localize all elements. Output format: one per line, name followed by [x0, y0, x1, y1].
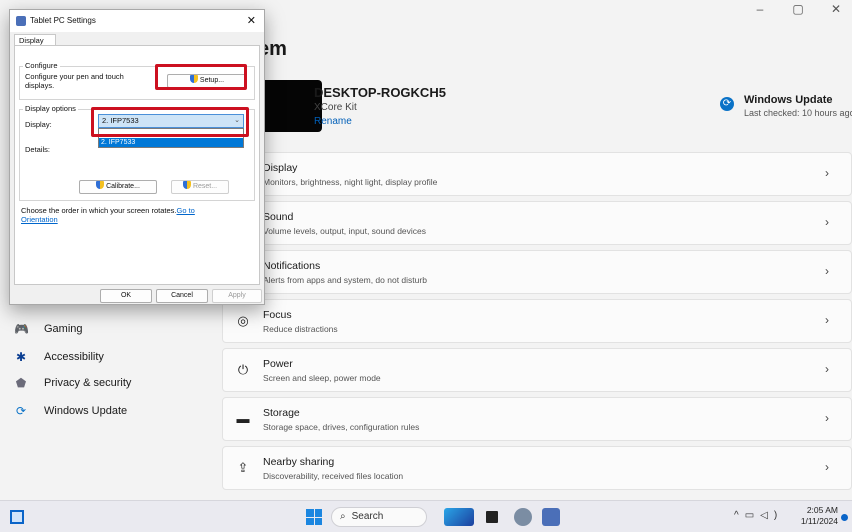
close-button[interactable]: ✕	[828, 2, 844, 16]
focus-icon: ◎	[237, 313, 249, 328]
system-tray[interactable]: ^▭◁)	[734, 510, 783, 521]
update-icon: ⟳	[15, 404, 27, 418]
card-subtitle: Storage space, drives, configuration rul…	[263, 422, 420, 432]
dialog-title: Tablet PC Settings	[30, 16, 96, 25]
reset-button[interactable]: Reset...	[171, 180, 229, 194]
orientation-text: Choose the order in which your screen ro…	[21, 206, 221, 224]
card-title: Display	[263, 162, 298, 174]
chevron-up-icon[interactable]: ^	[734, 510, 745, 521]
uac-shield-icon	[96, 181, 105, 189]
card-title: Power	[263, 358, 293, 370]
settings-card-display[interactable]: ▭ Display Monitors, brightness, night li…	[222, 152, 852, 196]
windows-update-subtitle: Last checked: 10 hours ago	[744, 108, 852, 118]
card-title: Notifications	[263, 260, 321, 272]
card-title: Nearby sharing	[263, 456, 335, 468]
search-icon: ⌕	[340, 511, 346, 522]
taskbar-search[interactable]: ⌕ Search	[331, 507, 427, 527]
tablet-pc-icon	[16, 16, 26, 26]
settings-gear-icon[interactable]	[514, 508, 532, 526]
power-icon: ⏻	[237, 362, 249, 377]
display-label: Display:	[25, 120, 52, 129]
start-button[interactable]	[306, 509, 322, 525]
network-icon: ▭	[744, 510, 761, 521]
cancel-button[interactable]: Cancel	[156, 289, 208, 303]
chevron-right-icon: ›	[825, 362, 829, 376]
settings-card-nearby-sharing[interactable]: ⇪ Nearby sharing Discoverability, receiv…	[222, 446, 852, 490]
settings-card-power[interactable]: ⏻ Power Screen and sleep, power mode ›	[222, 348, 852, 392]
clock-time: 2:05 AM	[806, 505, 838, 515]
sidebar-item-accessibility[interactable]: ✱ Accessibility	[14, 346, 104, 368]
device-model: XCore Kit	[314, 102, 357, 113]
maximize-button[interactable]: ▢	[790, 2, 806, 16]
widgets-app-icon[interactable]	[444, 508, 474, 526]
configure-group-label: Configure	[23, 61, 60, 70]
sidebar-item-label: Accessibility	[44, 351, 104, 363]
share-icon: ⇪	[237, 460, 249, 475]
uac-shield-icon	[182, 181, 191, 189]
chevron-right-icon: ›	[825, 411, 829, 425]
close-icon[interactable]: ✕	[247, 14, 256, 27]
sidebar-item-label: Privacy & security	[44, 377, 132, 389]
configure-text: Configure your pen and touch displays.	[25, 72, 124, 90]
storage-icon: ▬	[236, 411, 250, 426]
sidebar-item-gaming[interactable]: 🎮 Gaming	[14, 318, 83, 340]
calibrate-button-label: Calibrate...	[106, 183, 140, 190]
card-subtitle: Volume levels, output, input, sound devi…	[263, 226, 427, 236]
chevron-right-icon: ›	[825, 264, 829, 278]
tablet-pc-settings-dialog: Tablet PC Settings ✕ Display Configure C…	[9, 9, 265, 305]
reset-button-label: Reset...	[192, 183, 218, 190]
volume-icon: ◁)	[760, 510, 784, 521]
gaming-icon: 🎮	[14, 322, 29, 336]
taskbar: ⌕ Search ^▭◁) 2:05 AM 1/11/2024	[0, 500, 852, 532]
card-title: Sound	[263, 211, 294, 223]
display-options-group-label: Display options	[23, 104, 78, 113]
ok-button[interactable]: OK	[100, 289, 152, 303]
card-subtitle: Reduce distractions	[263, 324, 338, 334]
clock-date: 1/11/2024	[800, 516, 838, 526]
search-label: Search	[351, 511, 384, 522]
tablet-pc-settings-app-icon[interactable]	[542, 508, 560, 526]
card-title: Storage	[263, 407, 300, 419]
update-icon: ⟳	[720, 97, 734, 111]
card-subtitle: Discoverability, received files location	[263, 471, 404, 481]
notification-icon[interactable]	[841, 514, 848, 521]
details-label: Details:	[25, 145, 51, 154]
settings-card-storage[interactable]: ▬ Storage Storage space, drives, configu…	[222, 397, 852, 441]
sidebar-item-label: Gaming	[44, 323, 83, 335]
dialog-titlebar: Tablet PC Settings ✕	[10, 10, 264, 32]
chevron-right-icon: ›	[825, 313, 829, 327]
sidebar-item-windows-update[interactable]: ⟳ Windows Update	[14, 400, 127, 422]
sidebar-item-privacy[interactable]: ⬟ Privacy & security	[14, 372, 132, 394]
settings-card-sound[interactable]: ♪ Sound Volume levels, output, input, so…	[222, 201, 852, 245]
card-title: Focus	[263, 309, 292, 321]
clock[interactable]: 2:05 AM 1/11/2024	[801, 505, 838, 527]
display-option-highlighted[interactable]: 2. IFP7533	[99, 138, 243, 147]
rename-link[interactable]: Rename	[314, 116, 352, 127]
card-subtitle: Monitors, brightness, night light, displ…	[263, 177, 438, 187]
highlight-box-setup	[155, 64, 247, 90]
highlight-box-display-select	[91, 107, 249, 137]
chevron-right-icon: ›	[825, 166, 829, 180]
chevron-right-icon: ›	[825, 215, 829, 229]
settings-card-focus[interactable]: ◎ Focus Reduce distractions ›	[222, 299, 852, 343]
device-card: DESKTOP-ROGKCH5 XCore Kit Rename	[222, 80, 832, 140]
shield-icon: ⬟	[15, 376, 27, 390]
apply-button[interactable]: Apply	[212, 289, 262, 303]
accessibility-icon: ✱	[15, 350, 27, 364]
settings-card-notifications[interactable]: ♫ Notifications Alerts from apps and sys…	[222, 250, 852, 294]
card-subtitle: Screen and sleep, power mode	[263, 373, 381, 383]
device-name: DESKTOP-ROGKCH5	[314, 85, 446, 100]
task-view-icon[interactable]	[486, 511, 498, 523]
window-controls: – ▢ ✕	[752, 2, 844, 16]
minimize-button[interactable]: –	[752, 2, 768, 16]
calibrate-button[interactable]: Calibrate...	[79, 180, 157, 194]
orientation-description: Choose the order in which your screen ro…	[21, 206, 177, 215]
card-subtitle: Alerts from apps and system, do not dist…	[263, 275, 427, 285]
windows-update-title: Windows Update	[744, 94, 833, 106]
tablet-mode-icon[interactable]	[10, 510, 24, 524]
chevron-right-icon: ›	[825, 460, 829, 474]
sidebar-item-label: Windows Update	[44, 405, 128, 417]
